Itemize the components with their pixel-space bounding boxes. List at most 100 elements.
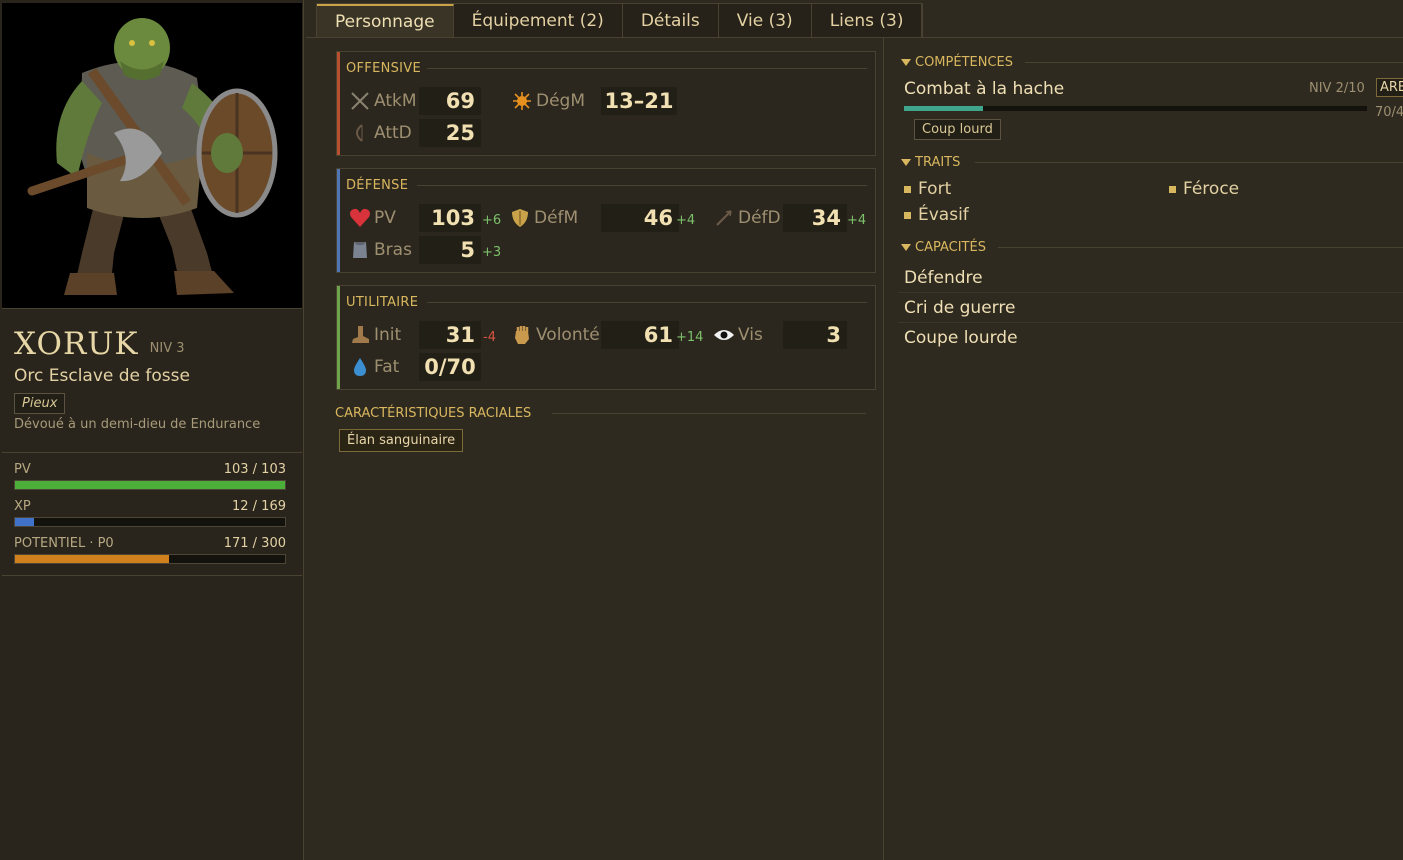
stat-attd-label: AttD — [374, 123, 412, 143]
traits-title: TRAITS — [915, 155, 961, 170]
hp-bar-value: 103 / 103 — [223, 462, 286, 477]
bullet-icon — [904, 211, 911, 219]
stat-fat-value: 0/70 — [419, 353, 481, 381]
ability-item[interactable]: Cri de guerre — [904, 298, 1015, 318]
character-description: Dévoué à un demi-dieu de Endurance — [14, 417, 261, 432]
stat-vis-value: 3 — [783, 321, 847, 349]
collapse-triangle-icon — [901, 59, 911, 66]
competences-header[interactable]: COMPÉTENCES — [901, 55, 1013, 70]
stat-defd[interactable]: DéfD — [713, 204, 781, 232]
xp-bar-label: XP — [14, 499, 31, 514]
character-panel: XORUK NIV 3 Orc Esclave de fosse Pieux D… — [0, 0, 304, 860]
stat-fat-label: Fat — [374, 357, 400, 377]
tab-bar: Personnage Équipement (2) Détails Vie (3… — [316, 3, 924, 38]
trait-label: Fort — [918, 179, 952, 199]
divider — [898, 292, 1403, 293]
utility-accent — [337, 286, 340, 389]
ability-item[interactable]: Coupe lourde — [904, 328, 1018, 348]
divider — [975, 162, 1403, 163]
tab-details[interactable]: Détails — [623, 4, 719, 38]
stat-defd-value: 34 — [783, 204, 847, 232]
ability-item[interactable]: Défendre — [904, 268, 983, 288]
racial-tag[interactable]: Élan sanguinaire — [339, 429, 464, 452]
trait-item[interactable]: Évasif — [904, 205, 969, 225]
potential-bar-fill — [15, 555, 169, 563]
stat-attd[interactable]: AttD — [349, 119, 412, 147]
stat-pv-value: 103 — [419, 204, 481, 232]
armor-icon — [349, 239, 371, 261]
tab-liens[interactable]: Liens (3) — [812, 4, 923, 38]
stat-volonte-label: Volonté — [536, 325, 600, 345]
divider — [898, 322, 1403, 323]
stat-vis-label: Vis — [738, 325, 763, 345]
trait-label: Féroce — [1183, 179, 1240, 199]
collapse-triangle-icon — [901, 244, 911, 251]
character-info: XORUK NIV 3 Orc Esclave de fosse Pieux D… — [14, 326, 294, 432]
collapse-triangle-icon — [901, 159, 911, 166]
skill-name[interactable]: Combat à la hache — [904, 79, 1064, 99]
stat-bras[interactable]: Bras — [349, 236, 412, 264]
divider — [2, 452, 302, 453]
stat-pv[interactable]: PV — [349, 204, 396, 232]
skill-xp: 70/4 — [1375, 105, 1403, 120]
character-level: NIV 3 — [149, 341, 185, 356]
capacites-title: CAPACITÉS — [915, 240, 986, 255]
offensive-section: OFFENSIVE AtkM 69 DégM 13–21 AttD 25 — [336, 51, 876, 156]
hp-bar-fill — [15, 481, 285, 489]
hp-bar: PV 103 / 103 — [14, 462, 286, 490]
stat-defm[interactable]: DéfM — [509, 204, 578, 232]
skill-ability-chip[interactable]: Coup lourd — [914, 119, 1001, 140]
capacites-header[interactable]: CAPACITÉS — [901, 240, 986, 255]
stat-init-label: Init — [374, 325, 402, 345]
utility-section: UTILITAIRE Init 31 -4 Volonté 61 +14 Vis… — [336, 285, 876, 390]
stat-pv-label: PV — [374, 208, 396, 228]
tab-equipement[interactable]: Équipement (2) — [454, 4, 623, 38]
tab-underline — [306, 37, 1403, 38]
trait-item[interactable]: Fort — [904, 179, 951, 199]
stat-init-value: 31 — [419, 321, 481, 349]
potential-bar: POTENTIEL · P0 171 / 300 — [14, 536, 286, 564]
stat-atkm-label: AtkM — [374, 91, 417, 111]
stat-volonte[interactable]: Volonté — [511, 321, 600, 349]
stat-volonte-value: 61 — [601, 321, 679, 349]
stat-atkm[interactable]: AtkM — [349, 87, 417, 115]
shield-icon — [509, 207, 531, 229]
eye-icon — [713, 324, 735, 346]
stat-degm[interactable]: DégM — [511, 87, 585, 115]
character-name: XORUK — [14, 326, 139, 362]
tab-vie[interactable]: Vie (3) — [719, 4, 812, 38]
stat-fat[interactable]: Fat — [349, 353, 399, 381]
stat-vis[interactable]: Vis — [713, 321, 763, 349]
divider — [552, 413, 866, 414]
crossed-swords-icon — [349, 90, 371, 112]
stat-init[interactable]: Init — [349, 321, 401, 349]
hp-bar-label: PV — [14, 462, 31, 477]
trait-item[interactable]: Féroce — [1169, 179, 1239, 199]
stat-pv-mod: +6 — [482, 213, 502, 228]
skill-progress — [904, 106, 1367, 111]
stat-defm-mod: +4 — [676, 213, 696, 228]
bullet-icon — [904, 185, 911, 193]
character-trait-tag[interactable]: Pieux — [14, 393, 66, 414]
racial-title: CARACTÉRISTIQUES RACIALES — [335, 406, 532, 421]
xp-bar-value: 12 / 169 — [232, 499, 286, 514]
boot-icon — [349, 324, 371, 346]
skill-progress-fill — [904, 106, 983, 111]
divider — [417, 185, 867, 186]
stat-atkm-value: 69 — [419, 87, 481, 115]
stat-defd-mod: +4 — [847, 213, 867, 228]
burst-icon — [511, 90, 533, 112]
potential-bar-label: POTENTIEL · P0 — [14, 536, 114, 551]
tab-personnage[interactable]: Personnage — [317, 4, 454, 38]
xp-bar: XP 12 / 169 — [14, 499, 286, 527]
potential-bar-value: 171 / 300 — [223, 536, 286, 551]
bullet-icon — [1169, 185, 1176, 193]
stat-init-mod: -4 — [483, 330, 496, 345]
divider — [998, 247, 1403, 248]
stat-degm-value: 13–21 — [601, 87, 677, 115]
defense-title: DÉFENSE — [346, 178, 409, 193]
skill-level: NIV 2/10 — [1309, 81, 1365, 96]
traits-header[interactable]: TRAITS — [901, 155, 960, 170]
character-class: Orc Esclave de fosse — [14, 366, 190, 386]
divider — [427, 68, 867, 69]
